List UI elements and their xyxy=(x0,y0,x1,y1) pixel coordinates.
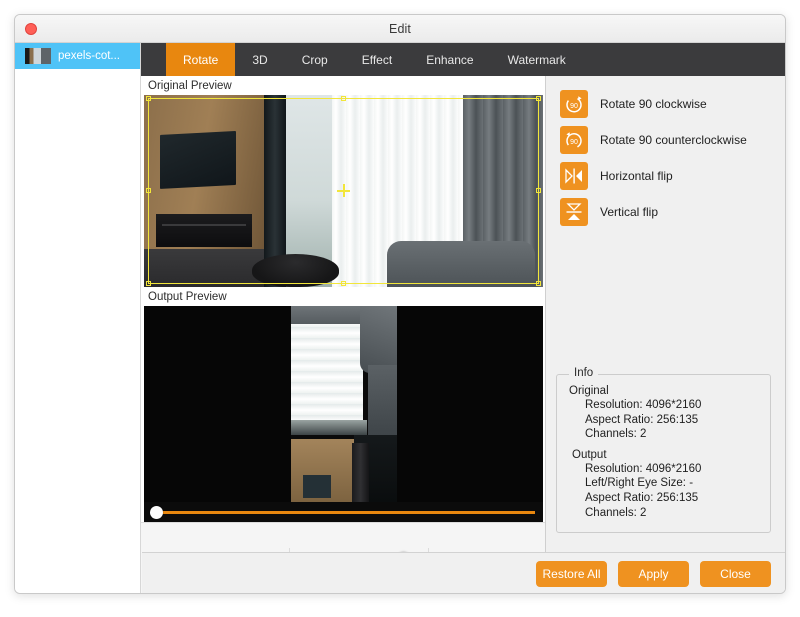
vertical-flip-icon xyxy=(560,198,588,226)
seek-bar[interactable] xyxy=(144,502,543,522)
crop-handle-top-right[interactable] xyxy=(536,96,541,101)
app-root: Edit pexels-cot... Rotate 3D Crop Effect xyxy=(0,0,800,617)
output-preview-label: Output Preview xyxy=(141,287,545,306)
tabbar-spacer xyxy=(141,43,166,76)
crop-handle-top-center[interactable] xyxy=(340,96,346,101)
horizontal-flip-option[interactable]: Horizontal flip xyxy=(560,158,785,194)
info-original-channels: Channels: 2 xyxy=(585,428,647,441)
footer-bar: Restore All Apply Close xyxy=(142,552,785,593)
info-original-heading: Original xyxy=(569,385,609,397)
file-list-sidebar: pexels-cot... xyxy=(15,43,141,593)
horizontal-flip-label: Horizontal flip xyxy=(600,169,673,183)
preview-column: Original Preview Output Preview xyxy=(141,76,546,593)
rotate-ccw-90-icon: 90 xyxy=(560,126,588,154)
output-preview-image xyxy=(290,306,397,502)
crop-selection-overlay[interactable] xyxy=(146,96,541,286)
window-title: Edit xyxy=(389,21,411,36)
info-original-resolution: Resolution: 4096*2160 xyxy=(585,399,702,411)
svg-text:90: 90 xyxy=(570,139,578,146)
info-output-aspect-ratio: Aspect Ratio: 256:135 xyxy=(585,491,699,504)
crop-handle-bottom-center[interactable] xyxy=(340,281,346,286)
rotate-cw-90-icon: 90 xyxy=(560,90,588,118)
info-original-aspect-ratio: Aspect Ratio: 256:135 xyxy=(585,413,699,426)
info-output-eye-size: Left/Right Eye Size: - xyxy=(585,477,694,490)
vertical-flip-option[interactable]: Vertical flip xyxy=(560,194,785,230)
close-button[interactable]: Close xyxy=(700,560,771,587)
list-item[interactable]: pexels-cot... xyxy=(15,43,140,69)
window-titlebar: Edit xyxy=(15,15,785,43)
rotate-cw-label: Rotate 90 clockwise xyxy=(600,97,707,111)
restore-all-button[interactable]: Restore All xyxy=(536,560,607,587)
list-item-label: pexels-cot... xyxy=(58,50,120,62)
output-preview[interactable] xyxy=(144,306,543,502)
rotate-ccw-label: Rotate 90 counterclockwise xyxy=(600,133,747,147)
svg-text:90: 90 xyxy=(570,103,578,110)
tab-effect[interactable]: Effect xyxy=(345,43,409,76)
info-box: Info Original Resolution: 4096*2160 Aspe… xyxy=(556,367,771,534)
seek-track[interactable] xyxy=(156,510,535,514)
crop-handle-bottom-left[interactable] xyxy=(146,281,151,286)
tab-crop[interactable]: Crop xyxy=(285,43,345,76)
main-content: Rotate 3D Crop Effect Enhance Watermark … xyxy=(141,43,785,593)
video-thumbnail-icon xyxy=(25,48,51,64)
rotate-options-list: 90 Rotate 90 clockwise 90 Rotate 90 coun… xyxy=(546,76,785,230)
edit-tabbar: Rotate 3D Crop Effect Enhance Watermark xyxy=(141,43,785,76)
panes: Original Preview Output Preview 90 Rotat… xyxy=(141,76,785,593)
horizontal-flip-icon xyxy=(560,162,588,190)
crop-center-crosshair-icon xyxy=(336,184,350,197)
info-output-channels: Channels: 2 xyxy=(585,506,647,519)
edit-window: Edit pexels-cot... Rotate 3D Crop Effect xyxy=(14,14,786,594)
info-output-resolution: Resolution: 4096*2160 xyxy=(585,462,702,475)
rotate-ccw-option[interactable]: 90 Rotate 90 counterclockwise xyxy=(560,122,785,158)
tab-3d[interactable]: 3D xyxy=(235,43,284,76)
tab-watermark[interactable]: Watermark xyxy=(491,43,583,76)
crop-handle-top-left[interactable] xyxy=(146,96,151,101)
apply-button[interactable]: Apply xyxy=(618,560,689,587)
info-output-heading: Output xyxy=(572,448,607,461)
original-preview-label: Original Preview xyxy=(141,76,545,95)
original-preview[interactable] xyxy=(144,95,543,287)
options-panel: 90 Rotate 90 clockwise 90 Rotate 90 coun… xyxy=(546,76,785,593)
crop-handle-middle-right[interactable] xyxy=(536,188,541,193)
info-legend: Info xyxy=(569,367,599,379)
rotate-cw-option[interactable]: 90 Rotate 90 clockwise xyxy=(560,86,785,122)
seek-handle[interactable] xyxy=(150,505,163,519)
tab-rotate[interactable]: Rotate xyxy=(166,43,236,76)
window-body: pexels-cot... Rotate 3D Crop Effect Enha… xyxy=(15,43,785,593)
tab-enhance[interactable]: Enhance xyxy=(409,43,490,76)
crop-handle-bottom-right[interactable] xyxy=(536,281,541,286)
crop-handle-middle-left[interactable] xyxy=(146,188,151,193)
vertical-flip-label: Vertical flip xyxy=(600,205,659,219)
